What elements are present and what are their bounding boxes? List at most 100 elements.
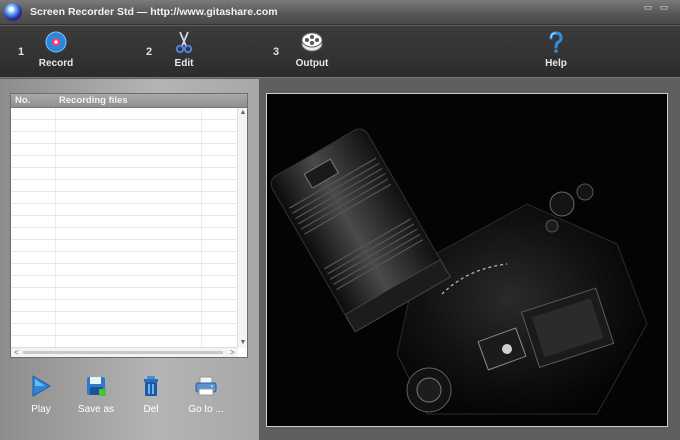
table-row[interactable] — [11, 288, 238, 300]
table-row[interactable] — [11, 204, 238, 216]
row-number-cell — [11, 264, 56, 275]
table-row[interactable] — [11, 120, 238, 132]
table-row[interactable] — [11, 264, 238, 276]
save-as-button[interactable]: Save as — [66, 375, 126, 415]
record-label: Record — [38, 58, 74, 69]
row-number-cell — [11, 192, 56, 203]
column-divider — [201, 108, 202, 119]
scissors-icon — [175, 31, 193, 54]
edit-label: Edit — [174, 58, 194, 69]
horizontal-scrollbar[interactable]: < > — [11, 347, 238, 357]
table-row[interactable] — [11, 312, 238, 324]
output-label: Output — [295, 58, 329, 69]
film-reel-icon — [301, 32, 323, 52]
row-number-cell — [11, 240, 56, 251]
row-number-cell — [11, 312, 56, 323]
column-divider — [201, 312, 202, 323]
column-divider — [201, 288, 202, 299]
help-label: Help — [545, 58, 567, 69]
table-row[interactable] — [11, 216, 238, 228]
close-button[interactable]: ▭ — [659, 3, 669, 12]
title-bar: Screen Recorder Std — http://www.gitasha… — [0, 0, 680, 25]
column-header-recording-files[interactable]: Recording files — [59, 95, 128, 106]
row-number-cell — [11, 120, 56, 131]
row-number-cell — [11, 276, 56, 287]
preview-area — [266, 93, 668, 427]
save-as-label: Save as — [77, 404, 115, 415]
printer-folder-icon — [195, 376, 217, 396]
column-divider — [201, 300, 202, 311]
column-divider — [201, 252, 202, 263]
row-number-cell — [11, 204, 56, 215]
row-number-cell — [11, 252, 56, 263]
help-button[interactable]: Help — [521, 30, 591, 69]
row-number-cell — [11, 228, 56, 239]
record-disc-icon — [45, 31, 67, 53]
output-button[interactable]: Output — [277, 30, 347, 69]
globe-icon — [4, 3, 22, 21]
recording-files-list[interactable]: No. Recording files ▲ ▼ < > — [10, 93, 248, 358]
play-icon — [32, 375, 51, 397]
row-number-cell — [11, 216, 56, 227]
window-title: Screen Recorder Std — http://www.gitasha… — [30, 6, 278, 18]
row-number-cell — [11, 144, 56, 155]
list-rows — [11, 108, 238, 348]
delete-button[interactable]: Del — [121, 375, 181, 415]
column-divider — [201, 228, 202, 239]
list-header: No. Recording files — [11, 94, 247, 108]
table-row[interactable] — [11, 252, 238, 264]
column-divider — [201, 216, 202, 227]
play-label: Play — [31, 404, 51, 415]
go-to-button[interactable]: Go to ... — [176, 375, 236, 415]
table-row[interactable] — [11, 156, 238, 168]
vertical-scrollbar[interactable]: ▲ ▼ — [237, 108, 247, 348]
table-row[interactable] — [11, 300, 238, 312]
play-button[interactable]: Play — [11, 375, 71, 415]
delete-label: Del — [143, 404, 159, 415]
column-divider — [201, 264, 202, 275]
table-row[interactable] — [11, 192, 238, 204]
scroll-left-icon[interactable]: < — [12, 348, 21, 357]
question-mark-icon — [549, 31, 563, 53]
go-to-label: Go to ... — [188, 404, 224, 415]
column-divider — [201, 192, 202, 203]
column-divider — [201, 132, 202, 143]
row-number-cell — [11, 132, 56, 143]
table-row[interactable] — [11, 228, 238, 240]
table-row[interactable] — [11, 240, 238, 252]
recordings-panel: No. Recording files ▲ ▼ < > Play Save as — [0, 79, 259, 440]
column-header-number[interactable]: No. — [15, 95, 30, 106]
column-divider — [201, 168, 202, 179]
scroll-up-icon[interactable]: ▲ — [239, 109, 247, 117]
floppy-disk-icon — [87, 377, 106, 396]
scroll-down-icon[interactable]: ▼ — [239, 339, 247, 347]
table-row[interactable] — [11, 108, 238, 120]
table-row[interactable] — [11, 168, 238, 180]
table-row[interactable] — [11, 324, 238, 336]
column-divider — [201, 180, 202, 191]
column-divider — [201, 336, 202, 347]
table-row[interactable] — [11, 132, 238, 144]
column-divider — [201, 276, 202, 287]
record-button[interactable]: Record — [21, 30, 91, 69]
column-divider — [201, 144, 202, 155]
column-divider — [201, 156, 202, 167]
column-divider — [201, 240, 202, 251]
row-number-cell — [11, 156, 56, 167]
scroll-right-icon[interactable]: > — [228, 348, 237, 357]
table-row[interactable] — [11, 180, 238, 192]
trash-can-icon — [144, 376, 158, 396]
row-number-cell — [11, 180, 56, 191]
row-number-cell — [11, 168, 56, 179]
row-number-cell — [11, 108, 56, 119]
table-row[interactable] — [11, 144, 238, 156]
table-row[interactable] — [11, 276, 238, 288]
column-divider — [201, 204, 202, 215]
column-divider — [201, 324, 202, 335]
edit-button[interactable]: Edit — [149, 30, 219, 69]
minimize-button[interactable]: ▭ — [643, 3, 653, 12]
camera-image — [267, 94, 667, 426]
row-number-cell — [11, 336, 56, 347]
scroll-thumb[interactable] — [23, 351, 223, 354]
row-number-cell — [11, 324, 56, 335]
